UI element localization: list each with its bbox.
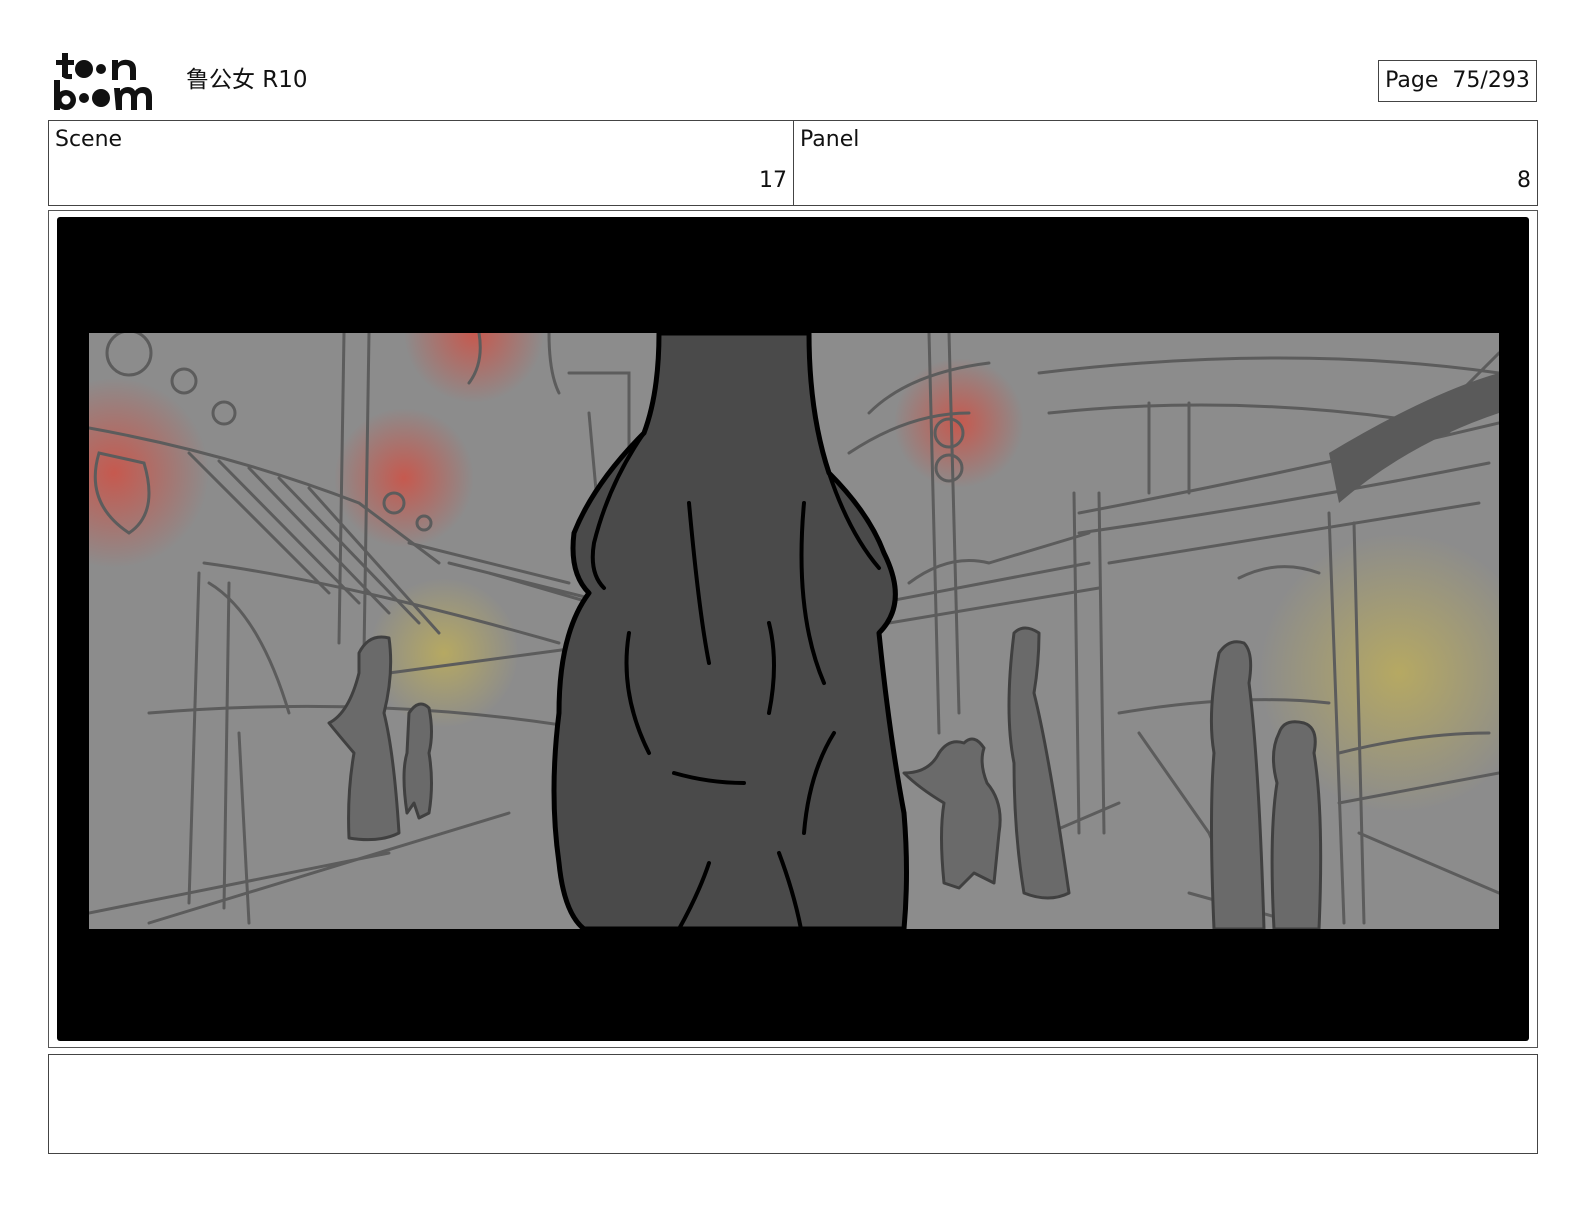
document-title: 鲁公女 R10 [186,67,308,93]
page-indicator: Page 75/293 [1378,60,1537,102]
panel-number: 8 [1517,168,1531,193]
panel-cell: Panel 8 [794,121,1537,205]
letterbox [57,217,1529,1041]
panel-label: Panel [800,127,860,152]
page-number: 75/293 [1452,68,1530,93]
notes-area [48,1054,1538,1154]
scene-number: 17 [759,168,787,193]
lantern-glow [334,408,474,548]
storyboard-sketch [89,333,1499,929]
bg-figure [402,702,433,820]
toonboom-logo [54,53,152,110]
scene-panel-info: Scene 17 Panel 8 [48,120,1538,206]
storyboard-frame [48,210,1538,1048]
scene-label: Scene [55,127,123,152]
page-label: Page [1385,68,1439,93]
scene-cell: Scene 17 [49,121,794,205]
bg-figure [1270,720,1323,929]
